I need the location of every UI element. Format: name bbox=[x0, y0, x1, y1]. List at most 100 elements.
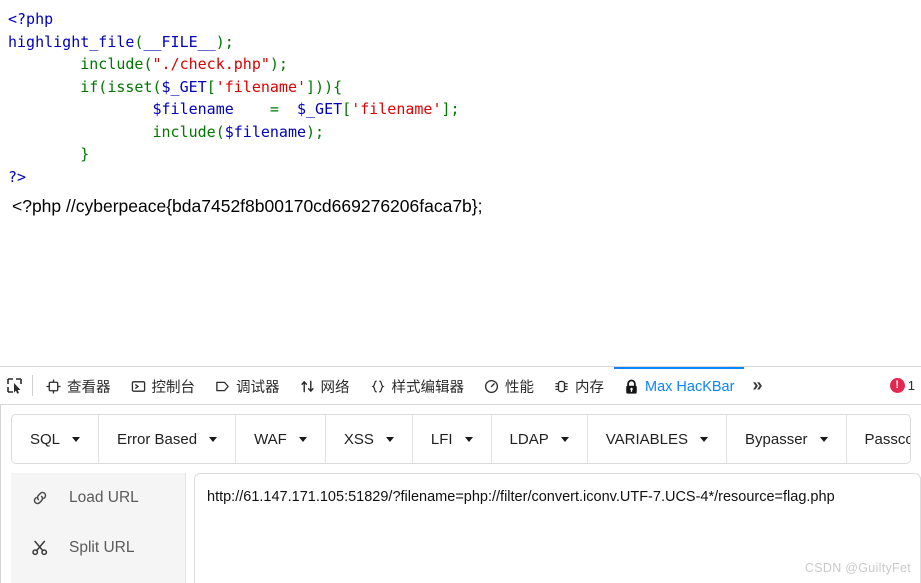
hb-button-bypasser[interactable]: Bypasser bbox=[727, 415, 847, 463]
php-code-block: <?php highlight_file(__FILE__); include("… bbox=[8, 8, 921, 188]
code-token: $filename bbox=[152, 100, 234, 118]
tab-memory[interactable]: 内存 bbox=[544, 367, 614, 404]
code-token: include bbox=[80, 55, 144, 73]
hb-button-bypasser-label: Bypasser bbox=[745, 430, 808, 448]
performance-icon bbox=[484, 379, 499, 394]
tab-console[interactable]: 控制台 bbox=[121, 367, 206, 404]
code-token: ) bbox=[215, 32, 225, 51]
code-token: ( bbox=[143, 55, 153, 73]
tab-network-label: 网络 bbox=[320, 380, 350, 396]
code-line: } bbox=[8, 143, 921, 166]
hb-button-sql[interactable]: SQL bbox=[12, 415, 100, 463]
hb-action-split-url-label: Split URL bbox=[69, 539, 135, 556]
tab-memory-label: 内存 bbox=[575, 380, 604, 396]
code-token: $filename bbox=[224, 122, 307, 141]
tab-inspector-label: 查看器 bbox=[67, 380, 111, 396]
error-count-badge[interactable]: ! 1 bbox=[889, 367, 921, 404]
code-token: ); bbox=[306, 122, 325, 141]
chevron-down-icon bbox=[464, 436, 473, 442]
code-line: highlight_file(__FILE__); bbox=[8, 31, 921, 54]
code-token: [ bbox=[342, 100, 352, 118]
hb-button-passcode[interactable]: Passcode bbox=[846, 415, 910, 463]
hb-button-lfi[interactable]: LFI bbox=[412, 415, 492, 463]
memory-icon bbox=[554, 379, 569, 394]
hb-button-error-based-label: Error Based bbox=[117, 430, 198, 448]
error-icon: ! bbox=[889, 378, 905, 393]
tab-performance[interactable]: 性能 bbox=[474, 367, 544, 404]
chevron-down-icon bbox=[298, 436, 307, 442]
hackbar-panel: SQL Error Based WAF XSS LFI LDAP VARIABL… bbox=[0, 405, 921, 583]
code-line: include("./check.php"); bbox=[8, 53, 921, 76]
tab-max-hackbar[interactable]: Max HacKBar bbox=[614, 367, 745, 404]
devtools-toolbar: 查看器 控制台 调试器 网络 样式编辑器 性能 内存 Max HacKBar »… bbox=[0, 367, 921, 405]
flag-comment-line: <?php //cyberpeace{bda7452f8b00170cd6692… bbox=[12, 196, 483, 216]
code-token: ])){ bbox=[306, 77, 343, 96]
code-token: ; bbox=[224, 32, 234, 51]
tab-console-label: 控制台 bbox=[151, 380, 196, 396]
code-token: ); bbox=[269, 55, 288, 73]
code-token: } bbox=[80, 145, 90, 163]
scissors-icon bbox=[11, 539, 69, 557]
tab-debugger-label: 调试器 bbox=[236, 380, 280, 396]
tab-style-editor-label: 样式编辑器 bbox=[391, 380, 465, 396]
hackbar-body: Load URL Split URL bbox=[11, 473, 921, 583]
tab-network[interactable]: 网络 bbox=[290, 367, 360, 404]
code-token: highlight_file bbox=[8, 32, 135, 51]
network-icon bbox=[300, 379, 315, 394]
toolbar-overflow-icon[interactable]: » bbox=[744, 367, 770, 404]
code-token: include bbox=[152, 122, 216, 141]
code-token: 'filename' bbox=[215, 77, 307, 96]
code-token: <?php bbox=[8, 10, 54, 28]
code-token: $_GET bbox=[161, 77, 207, 96]
hb-action-load-url[interactable]: Load URL bbox=[11, 473, 185, 523]
hb-button-variables-label: VARIABLES bbox=[605, 430, 688, 448]
style-editor-icon bbox=[370, 379, 386, 394]
hb-button-sql-label: SQL bbox=[30, 430, 61, 448]
padlock-icon bbox=[624, 379, 639, 395]
code-line: include($filename); bbox=[8, 121, 921, 144]
hackbar-action-list: Load URL Split URL bbox=[11, 473, 186, 583]
hb-button-lfi-label: LFI bbox=[430, 430, 453, 448]
code-token: ?> bbox=[8, 167, 27, 186]
hb-button-passcode-label: Passcode bbox=[864, 430, 910, 448]
hb-button-waf-label: WAF bbox=[254, 430, 287, 448]
code-token: "./check.php" bbox=[152, 55, 270, 73]
hb-action-load-url-label: Load URL bbox=[69, 489, 139, 506]
code-line: ?> bbox=[8, 166, 921, 189]
chevron-down-icon bbox=[700, 436, 708, 442]
code-token: 'filename' bbox=[351, 100, 442, 118]
error-count-label: 1 bbox=[907, 378, 915, 393]
url-input[interactable] bbox=[194, 473, 921, 583]
tab-style-editor[interactable]: 样式编辑器 bbox=[360, 367, 475, 404]
tab-debugger[interactable]: 调试器 bbox=[205, 367, 290, 404]
element-picker-icon[interactable] bbox=[0, 367, 29, 404]
hb-button-variables[interactable]: VARIABLES bbox=[587, 415, 727, 463]
hb-button-xss[interactable]: XSS bbox=[325, 415, 413, 463]
debugger-icon bbox=[215, 379, 230, 394]
chevron-down-icon bbox=[72, 436, 81, 442]
tab-inspector[interactable]: 查看器 bbox=[36, 367, 121, 404]
console-icon bbox=[131, 379, 146, 394]
php-source-output: <?php highlight_file(__FILE__); include("… bbox=[0, 0, 921, 360]
chevron-down-icon bbox=[560, 436, 569, 442]
code-token: [ bbox=[206, 77, 216, 96]
devtools-panel: 查看器 控制台 调试器 网络 样式编辑器 性能 内存 Max HacKBar »… bbox=[0, 366, 921, 583]
code-line: $filename = $_GET['filename']; bbox=[8, 98, 921, 121]
inspector-icon bbox=[46, 379, 61, 394]
tab-max-hackbar-label: Max HacKBar bbox=[645, 378, 735, 395]
chevron-down-icon bbox=[819, 436, 828, 442]
code-token: ]; bbox=[441, 100, 460, 118]
hb-button-error-based[interactable]: Error Based bbox=[99, 415, 237, 463]
hb-button-xss-label: XSS bbox=[343, 430, 374, 448]
hb-action-split-url[interactable]: Split URL bbox=[11, 523, 185, 573]
link-icon bbox=[11, 489, 69, 507]
hb-button-ldap[interactable]: LDAP bbox=[491, 415, 588, 463]
code-line: if(isset($_GET['filename'])){ bbox=[8, 76, 921, 99]
hb-button-waf[interactable]: WAF bbox=[236, 415, 326, 463]
code-line: <?php bbox=[8, 8, 921, 31]
